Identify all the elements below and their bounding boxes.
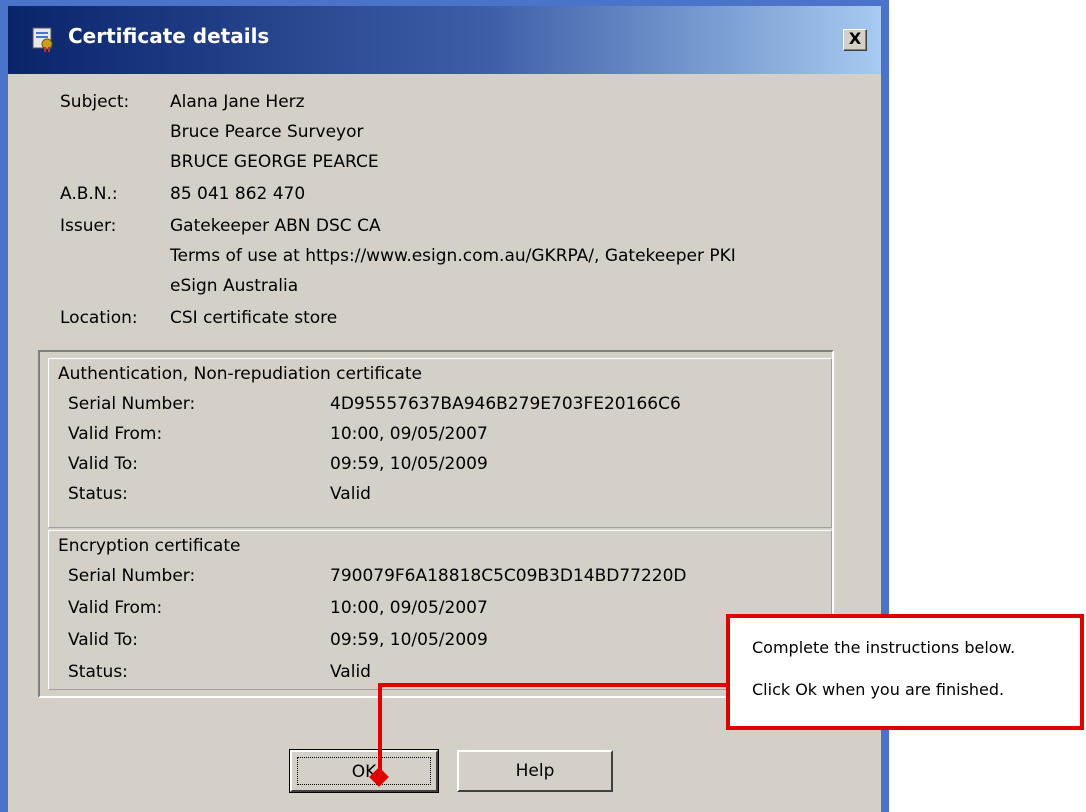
auth-valid-from-value: 10:00, 09/05/2007: [330, 424, 488, 444]
auth-certificate-title: Authentication, Non-repudiation certific…: [58, 364, 422, 384]
subject-value-3: BRUCE GEORGE PEARCE: [170, 152, 379, 172]
encryption-certificate-title: Encryption certificate: [58, 536, 241, 556]
issuer-value-3: eSign Australia: [170, 276, 299, 296]
instruction-callout: Complete the instructions below. Click O…: [726, 614, 1084, 730]
issuer-value-2: Terms of use at https://www.esign.com.au…: [170, 246, 736, 266]
abn-label: A.B.N.:: [60, 184, 118, 204]
enc-valid-from-value: 10:00, 09/05/2007: [330, 598, 488, 618]
close-button[interactable]: X: [843, 29, 867, 51]
title-bar: Certificate details X: [8, 6, 881, 74]
auth-serial-value: 4D95557637BA946B279E703FE20166C6: [330, 394, 681, 414]
subject-label: Subject:: [60, 92, 130, 112]
subject-value-2: Bruce Pearce Surveyor: [170, 122, 364, 142]
ok-button[interactable]: OK: [289, 749, 439, 793]
enc-valid-from-label: Valid From:: [68, 598, 163, 618]
enc-serial-label: Serial Number:: [68, 566, 196, 586]
ok-button-label: OK: [297, 757, 431, 785]
location-value: CSI certificate store: [170, 308, 338, 328]
location-label: Location:: [60, 308, 138, 328]
enc-serial-value: 790079F6A18818C5C09B3D14BD77220D: [330, 566, 687, 586]
help-button[interactable]: Help: [457, 750, 613, 792]
callout-connector-vertical: [378, 683, 382, 777]
window-title: Certificate details: [68, 24, 270, 48]
enc-valid-to-value: 09:59, 10/05/2009: [330, 630, 488, 650]
callout-finish-text: Click Ok when you are finished.: [752, 680, 1005, 699]
issuer-label: Issuer:: [60, 216, 117, 236]
auth-valid-to-value: 09:59, 10/05/2009: [330, 454, 488, 474]
auth-status-label: Status:: [68, 484, 128, 504]
enc-valid-to-label: Valid To:: [68, 630, 138, 650]
auth-valid-from-label: Valid From:: [68, 424, 163, 444]
auth-serial-label: Serial Number:: [68, 394, 196, 414]
auth-valid-to-label: Valid To:: [68, 454, 138, 474]
certificate-icon: [32, 27, 53, 52]
enc-status-label: Status:: [68, 662, 128, 682]
subject-value-1: Alana Jane Herz: [170, 92, 305, 112]
abn-value: 85 041 862 470: [170, 184, 306, 204]
issuer-value-1: Gatekeeper ABN DSC CA: [170, 216, 381, 236]
auth-status-value: Valid: [330, 484, 371, 504]
enc-status-value: Valid: [330, 662, 371, 682]
callout-instruction-text: Complete the instructions below.: [752, 638, 1016, 657]
callout-connector-horizontal: [378, 683, 728, 687]
